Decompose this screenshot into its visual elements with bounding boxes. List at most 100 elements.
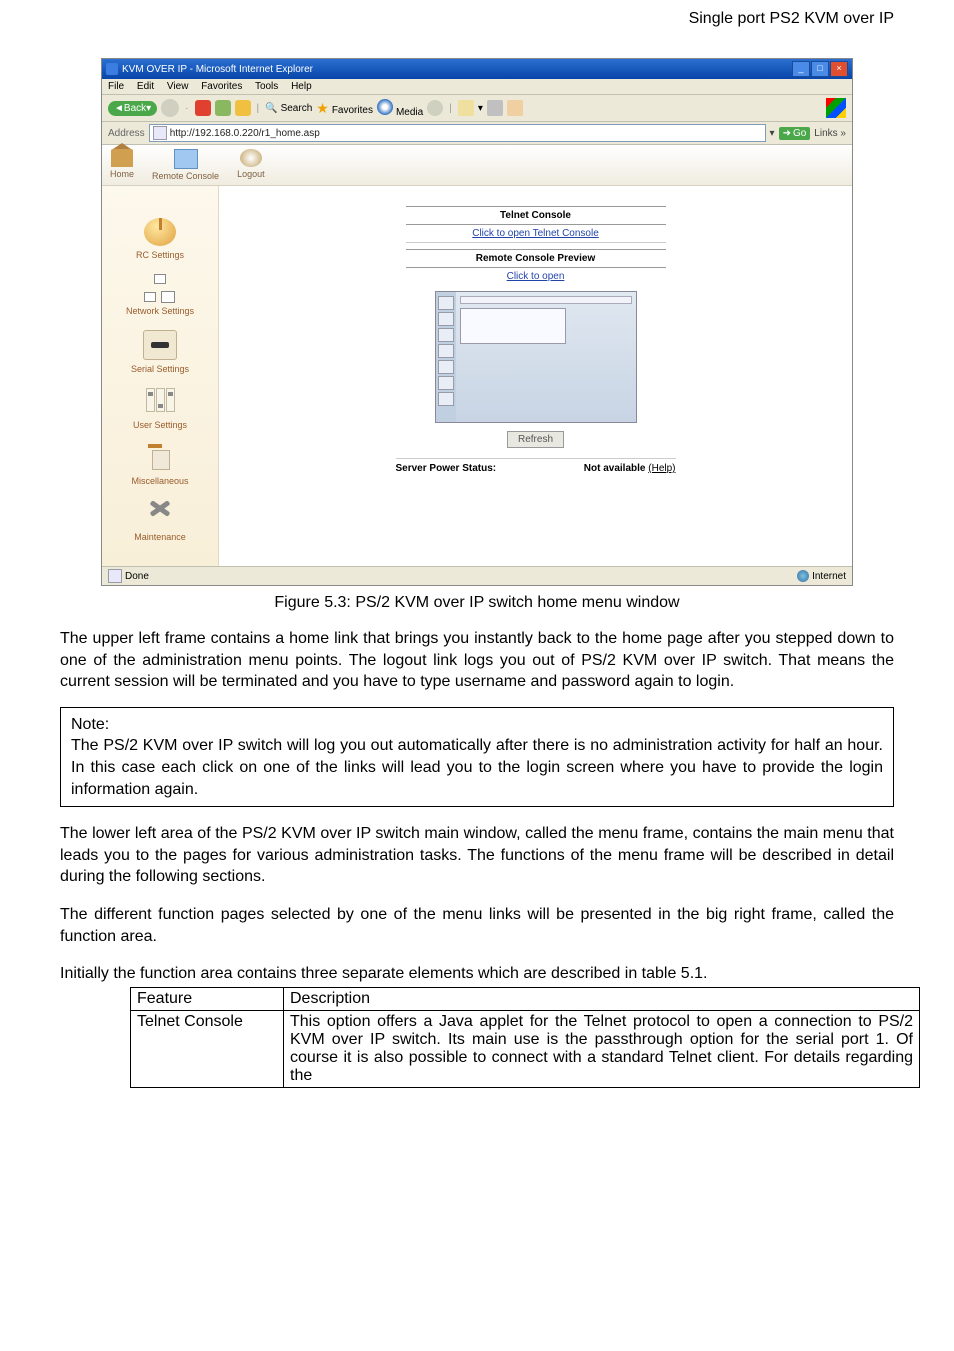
rc-label: RC Settings	[106, 250, 214, 260]
menu-help[interactable]: Help	[291, 81, 312, 92]
links-label[interactable]: Links »	[814, 128, 846, 139]
power-label: Server Power Status:	[396, 463, 497, 474]
menu-file[interactable]: File	[108, 81, 124, 92]
paragraph-4: Initially the function area contains thr…	[60, 963, 894, 985]
telnet-title: Telnet Console	[406, 206, 666, 225]
search-button[interactable]: 🔍Search	[265, 103, 312, 114]
window-titlebar: KVM OVER IP - Microsoft Internet Explore…	[102, 59, 852, 79]
logout-nav-icon	[240, 149, 262, 167]
back-button[interactable]: ◄ Back ▾	[108, 101, 157, 116]
misc-icon	[144, 444, 176, 472]
nav-logout[interactable]: Logout	[237, 149, 265, 181]
nav-logout-label: Logout	[237, 169, 265, 179]
browser-statusbar: Done Internet	[102, 566, 852, 585]
ie-toolbar: ◄ Back ▾ · | 🔍Search ★Favorites Media | …	[102, 95, 852, 122]
network-label: Network Settings	[106, 306, 214, 316]
user-settings-icon	[144, 388, 176, 416]
forward-button[interactable]	[161, 99, 179, 117]
menu-view[interactable]: View	[167, 81, 189, 92]
function-area: Telnet Console Click to open Telnet Cons…	[219, 186, 852, 566]
remote-nav-icon	[174, 149, 198, 169]
menu-edit[interactable]: Edit	[137, 81, 154, 92]
nav-remote[interactable]: Remote Console	[152, 149, 219, 181]
nav-home-label: Home	[110, 169, 134, 179]
edit-icon[interactable]	[507, 100, 523, 116]
status-zone: Internet	[812, 571, 846, 582]
maint-label: Maintenance	[106, 532, 214, 542]
sidebar-item-misc[interactable]: Miscellaneous	[106, 444, 214, 486]
done-icon	[108, 569, 122, 583]
figure-caption: Figure 5.3: PS/2 KVM over IP switch home…	[60, 594, 894, 612]
history-icon[interactable]	[427, 100, 443, 116]
print-icon[interactable]	[487, 100, 503, 116]
go-button[interactable]: ➜ Go	[779, 127, 811, 140]
header-text: Single port PS2 KVM over IP	[0, 0, 954, 38]
internet-zone-icon	[797, 570, 809, 582]
feature-table: Feature Description Telnet Console This …	[130, 987, 920, 1088]
address-label: Address	[108, 128, 145, 139]
app-top-nav: Home Remote Console Logout	[102, 145, 852, 186]
address-bar: Address http://192.168.0.220/r1_home.asp…	[102, 122, 852, 145]
maximize-button[interactable]: □	[811, 61, 829, 77]
mail-dropdown[interactable]: ▾	[478, 103, 483, 114]
maintenance-icon	[144, 500, 176, 528]
preview-sidebar	[436, 292, 456, 422]
sidebar-item-user[interactable]: User Settings	[106, 388, 214, 430]
separator: ·	[185, 103, 188, 114]
stop-icon[interactable]	[195, 100, 211, 116]
status-done: Done	[125, 571, 149, 582]
home-icon[interactable]	[235, 100, 251, 116]
menu-favorites[interactable]: Favorites	[201, 81, 242, 92]
preview-title: Remote Console Preview	[406, 249, 666, 268]
url-input[interactable]: http://192.168.0.220/r1_home.asp	[149, 124, 766, 142]
user-label: User Settings	[106, 420, 214, 430]
sidebar-item-network[interactable]: Network Settings	[106, 274, 214, 316]
th-feature: Feature	[131, 987, 284, 1010]
power-value: Not available (Help)	[584, 463, 676, 474]
note-box: Note: The PS/2 KVM over IP switch will l…	[60, 707, 894, 807]
table-row: Telnet Console This option offers a Java…	[131, 1010, 920, 1087]
browser-screenshot: KVM OVER IP - Microsoft Internet Explore…	[101, 58, 853, 586]
power-status-row: Server Power Status: Not available (Help…	[396, 458, 676, 474]
rc-settings-icon	[144, 218, 176, 246]
nav-home[interactable]: Home	[110, 149, 134, 181]
paragraph-1: The upper left frame contains a home lin…	[60, 628, 894, 693]
nav-remote-label: Remote Console	[152, 171, 219, 181]
misc-label: Miscellaneous	[106, 476, 214, 486]
note-body: The PS/2 KVM over IP switch will log you…	[71, 735, 883, 800]
refresh-icon[interactable]	[215, 100, 231, 116]
ie-throbber-icon	[826, 98, 846, 118]
help-link[interactable]: (Help)	[648, 463, 675, 474]
url-text: http://192.168.0.220/r1_home.asp	[170, 128, 320, 139]
page-icon	[153, 126, 167, 140]
mail-icon[interactable]	[458, 100, 474, 116]
menu-tools[interactable]: Tools	[255, 81, 278, 92]
td-feature: Telnet Console	[131, 1010, 284, 1087]
minimize-button[interactable]: _	[792, 61, 810, 77]
media-button[interactable]: Media	[377, 99, 423, 118]
network-settings-icon	[144, 274, 176, 302]
url-dropdown[interactable]: ▾	[770, 128, 775, 139]
separator: |	[449, 103, 452, 114]
td-description: This option offers a Java applet for the…	[284, 1010, 920, 1087]
serial-settings-icon	[143, 330, 177, 360]
app-sidebar: RC Settings Network Settings Serial Sett…	[102, 186, 219, 566]
sidebar-item-serial[interactable]: Serial Settings	[106, 330, 214, 374]
paragraph-2: The lower left area of the PS/2 KVM over…	[60, 823, 894, 888]
window-title: KVM OVER IP - Microsoft Internet Explore…	[122, 64, 313, 75]
preview-main	[456, 292, 636, 422]
ie-icon	[106, 63, 118, 75]
serial-label: Serial Settings	[106, 364, 214, 374]
paragraph-3: The different function pages selected by…	[60, 904, 894, 947]
preview-link[interactable]: Click to open	[406, 268, 666, 285]
th-description: Description	[284, 987, 920, 1010]
refresh-button[interactable]: Refresh	[507, 431, 564, 448]
close-button[interactable]: ×	[830, 61, 848, 77]
telnet-link[interactable]: Click to open Telnet Console	[406, 225, 666, 243]
console-preview[interactable]	[435, 291, 637, 423]
table-row: Feature Description	[131, 987, 920, 1010]
sidebar-item-rc[interactable]: RC Settings	[106, 218, 214, 260]
sidebar-item-maint[interactable]: Maintenance	[106, 500, 214, 542]
favorites-button[interactable]: ★Favorites	[316, 100, 373, 117]
menu-bar: File Edit View Favorites Tools Help	[102, 79, 852, 95]
